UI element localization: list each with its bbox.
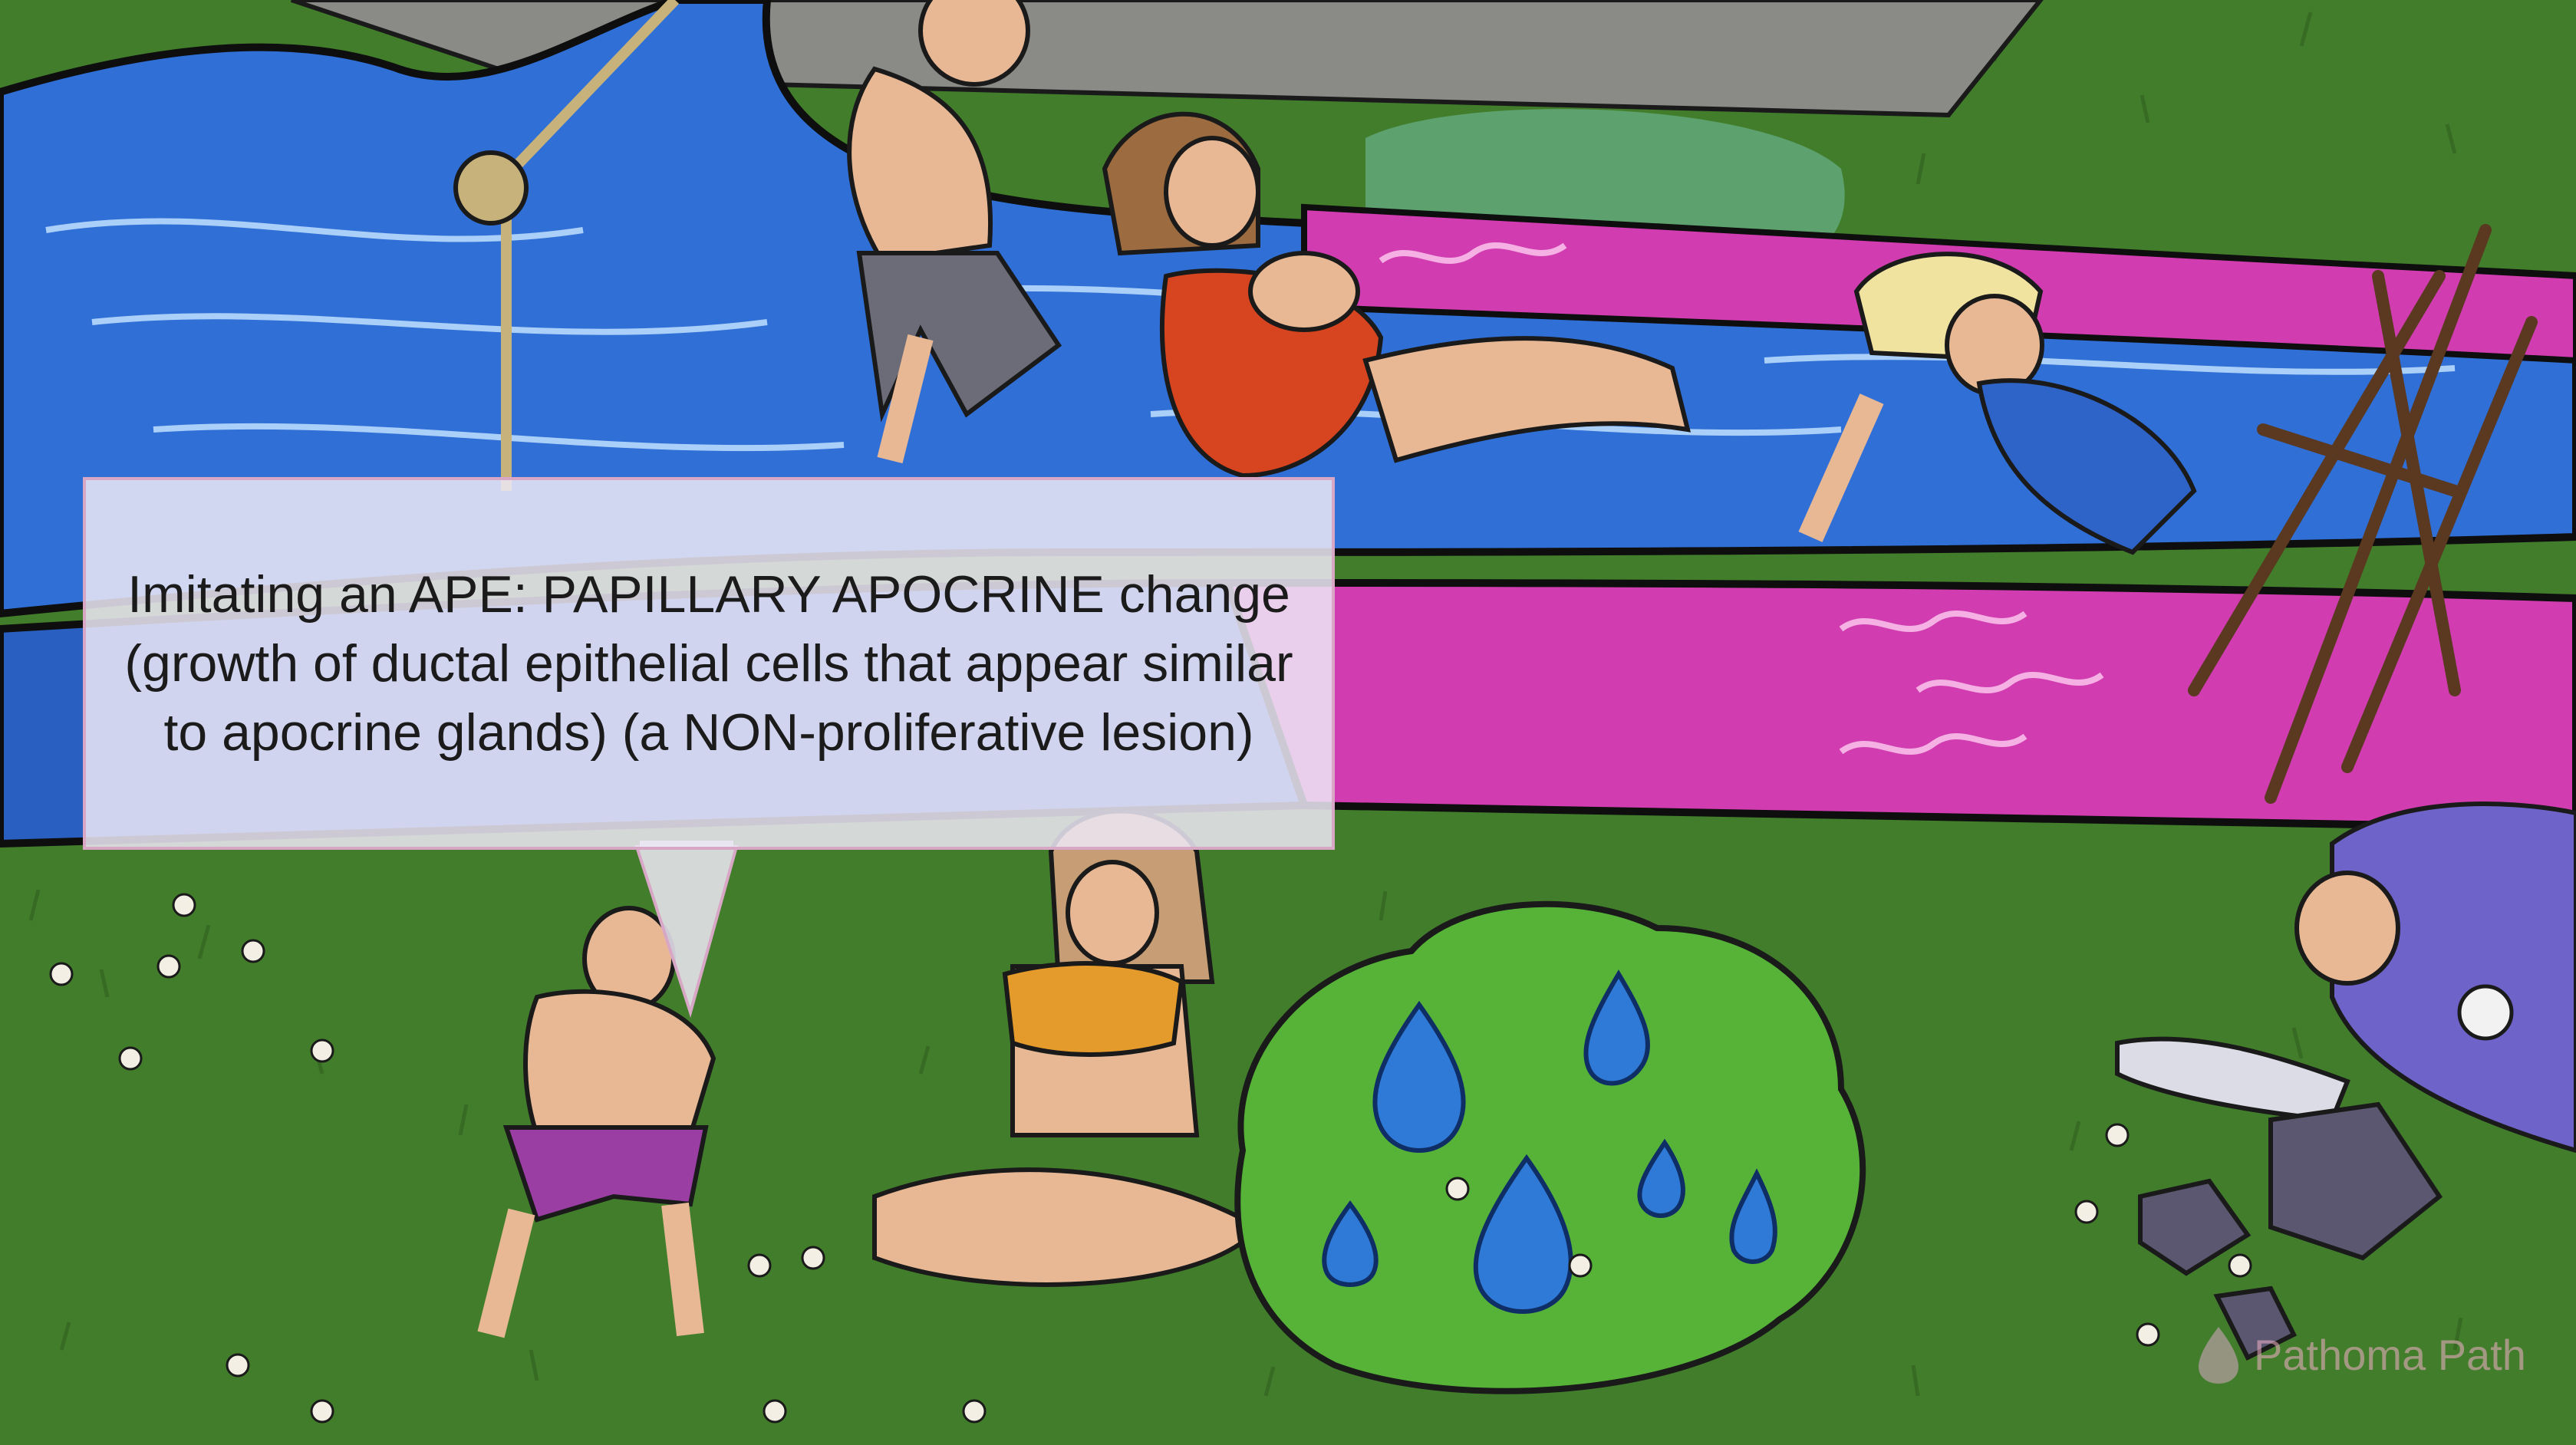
watermark-logo-icon bbox=[2199, 1327, 2238, 1384]
bush bbox=[1234, 900, 1866, 1394]
watermark: Pathoma Path bbox=[2196, 1324, 2526, 1385]
watermark-text: Pathoma Path bbox=[2254, 1330, 2526, 1379]
caption-text: Imitating an APE: PAPILLARY APOCRINE cha… bbox=[124, 565, 1293, 762]
caption-callout: Imitating an APE: PAPILLARY APOCRINE cha… bbox=[83, 477, 1335, 850]
